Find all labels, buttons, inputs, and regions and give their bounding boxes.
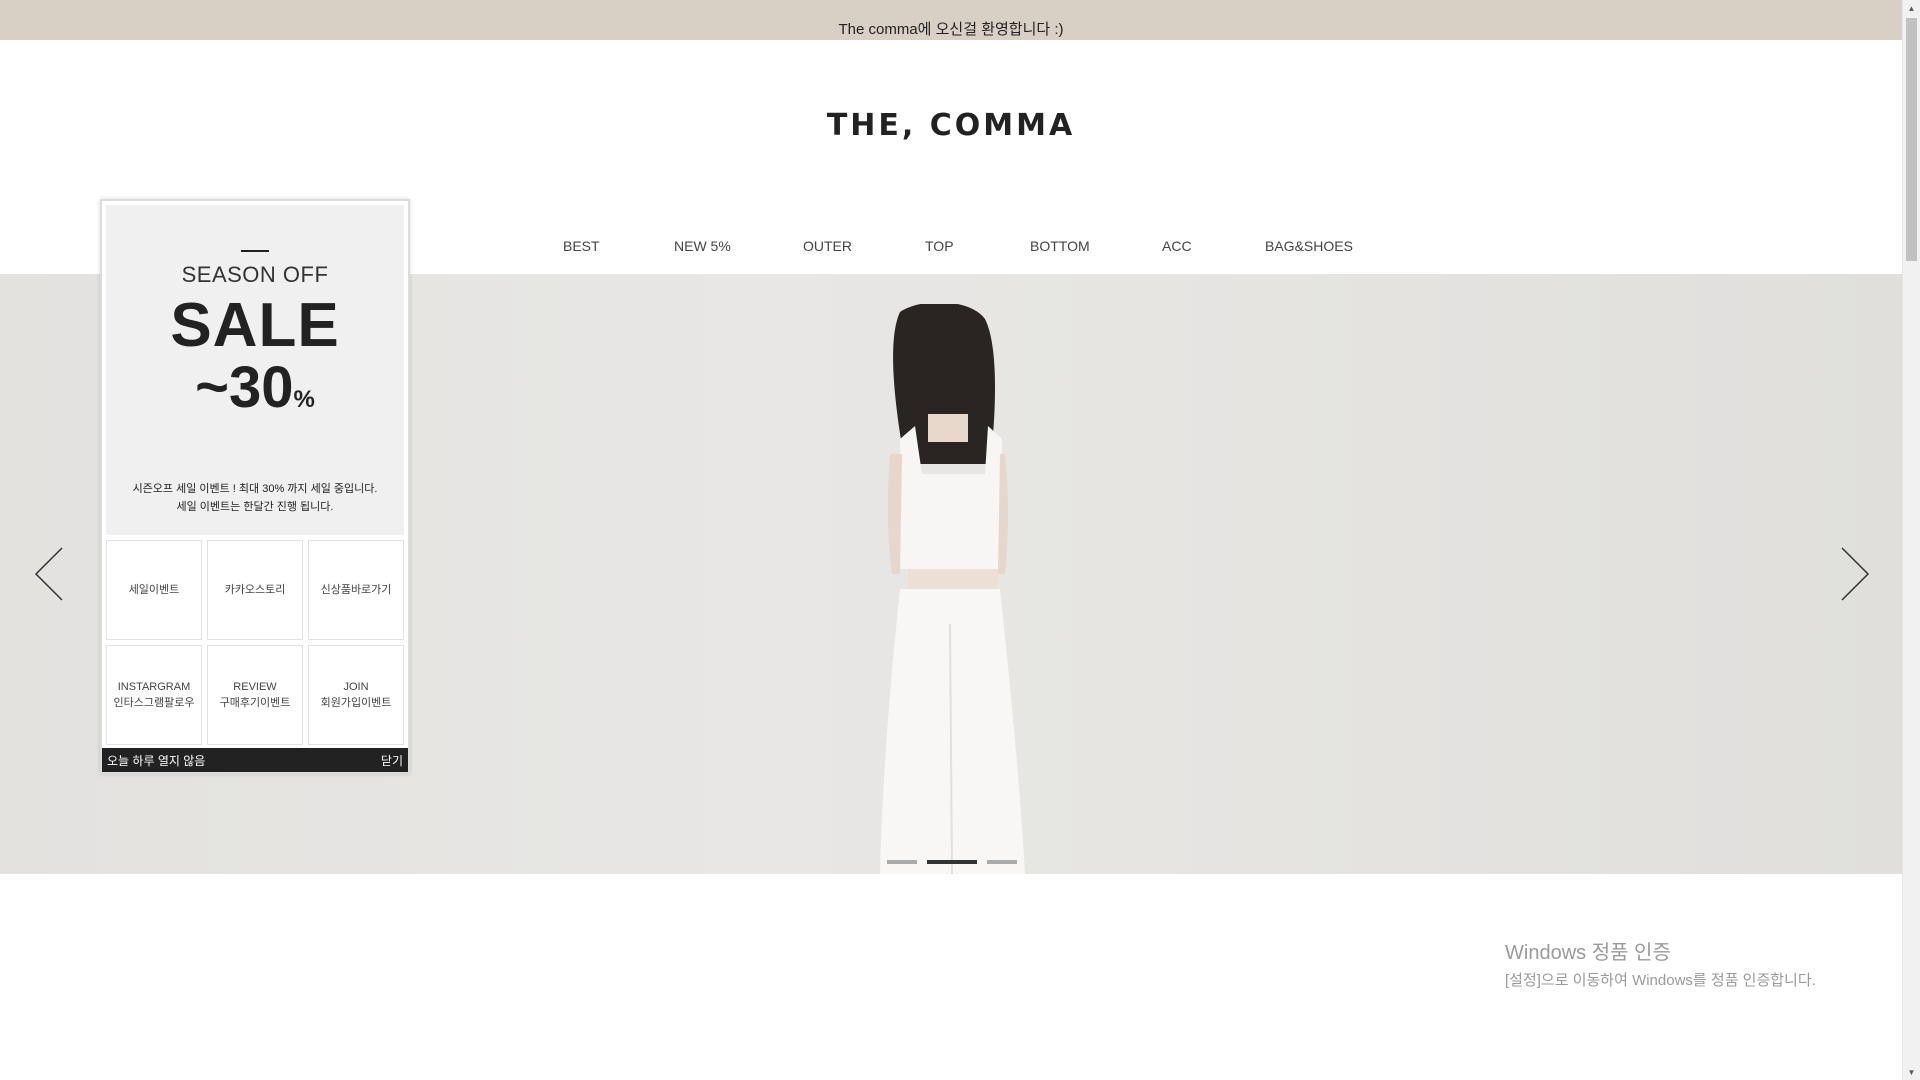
banner-divider xyxy=(241,250,269,252)
sale-popup: SEASON OFF SALE ~30% 시즌오프 세일 이벤트 ! 최대 30… xyxy=(100,199,410,774)
cell-sublabel: 구매후기이벤트 xyxy=(219,697,291,709)
scroll-down-icon[interactable]: ▼ xyxy=(1903,1064,1920,1080)
nav-item-top[interactable]: TOP xyxy=(925,238,954,254)
slider-pagination xyxy=(887,860,1017,864)
scroll-thumb[interactable] xyxy=(1906,18,1917,261)
cell-label: JOIN xyxy=(343,681,369,693)
discount-value: ~30 xyxy=(195,355,294,420)
sale-event-link[interactable]: 세일이벤트 xyxy=(106,540,202,640)
dont-show-today-button[interactable]: 오늘 하루 열지 않음 xyxy=(107,752,205,769)
vertical-scrollbar[interactable]: ▲ ▼ xyxy=(1902,0,1920,1080)
nav-item-best[interactable]: BEST xyxy=(563,238,600,254)
popup-desc-line1: 시즌오프 세일 이벤트 ! 최대 30% 까지 세일 중입니다. xyxy=(132,483,378,495)
slide-dot-2[interactable] xyxy=(927,860,977,864)
new-arrivals-link[interactable]: 신상품바로가기 xyxy=(308,540,404,640)
percent-sign: % xyxy=(293,386,315,413)
scroll-up-icon[interactable]: ▲ xyxy=(1903,0,1920,16)
cell-label: 신상품바로가기 xyxy=(320,584,392,596)
cell-sublabel: 회원가입이벤트 xyxy=(320,697,392,709)
nav-item-bottom[interactable]: BOTTOM xyxy=(1030,238,1090,254)
nav-item-acc[interactable]: ACC xyxy=(1162,238,1192,254)
sale-label: SALE xyxy=(170,291,340,360)
slide-dot-3[interactable] xyxy=(987,860,1017,864)
nav-item-new[interactable]: NEW 5% xyxy=(674,238,731,254)
cell-sublabel: 인타스그램팔로우 xyxy=(113,697,195,709)
popup-desc-line2: 세일 이벤트는 한달간 진행 됩니다. xyxy=(176,501,334,513)
popup-description: 시즌오프 세일 이벤트 ! 최대 30% 까지 세일 중입니다. 세일 이벤트는… xyxy=(106,480,404,516)
chevron-left-icon[interactable] xyxy=(30,544,70,604)
watermark-subtitle: [설정]으로 이동하여 Windows를 정품 인증합니다. xyxy=(1505,972,1816,989)
cell-label: INSTARGRAM xyxy=(117,681,191,693)
cell-label: 카카오스토리 xyxy=(224,584,286,596)
cell-label: 세일이벤트 xyxy=(128,584,180,596)
windows-activation-watermark: Windows 정품 인증 [설정]으로 이동하여 Windows를 정품 인증… xyxy=(1505,936,1816,990)
season-off-label: SEASON OFF xyxy=(181,262,329,287)
popup-link-grid: 세일이벤트 카카오스토리 신상품바로가기 INSTARGRAM 인타스그램팔로우… xyxy=(106,540,404,745)
kakaostory-link[interactable]: 카카오스토리 xyxy=(207,540,303,640)
popup-footer: 오늘 하루 열지 않음 닫기 xyxy=(102,748,408,772)
instagram-follow-link[interactable]: INSTARGRAM 인타스그램팔로우 xyxy=(106,645,202,745)
announcement-bar: The comma에 오신걸 환영합니다 :) xyxy=(0,0,1902,40)
close-button[interactable]: 닫기 xyxy=(381,752,403,769)
discount-label: ~30% xyxy=(106,358,404,430)
watermark-title: Windows 정품 인증 xyxy=(1505,942,1671,964)
chevron-right-icon[interactable] xyxy=(1834,544,1874,604)
model-image xyxy=(880,304,1025,874)
slide-dot-1[interactable] xyxy=(887,860,917,864)
nav-item-bag-shoes[interactable]: BAG&SHOES xyxy=(1265,238,1353,254)
cell-label: REVIEW xyxy=(233,681,277,693)
nav-item-outer[interactable]: OUTER xyxy=(803,238,852,254)
site-logo[interactable]: THE, COMMA xyxy=(0,108,1902,143)
announcement-text: The comma에 오신걸 환영합니다 :) xyxy=(838,20,1064,38)
review-event-link[interactable]: REVIEW 구매후기이벤트 xyxy=(207,645,303,745)
popup-banner[interactable]: SEASON OFF SALE ~30% 시즌오프 세일 이벤트 ! 최대 30… xyxy=(106,205,404,535)
join-event-link[interactable]: JOIN 회원가입이벤트 xyxy=(308,645,404,745)
